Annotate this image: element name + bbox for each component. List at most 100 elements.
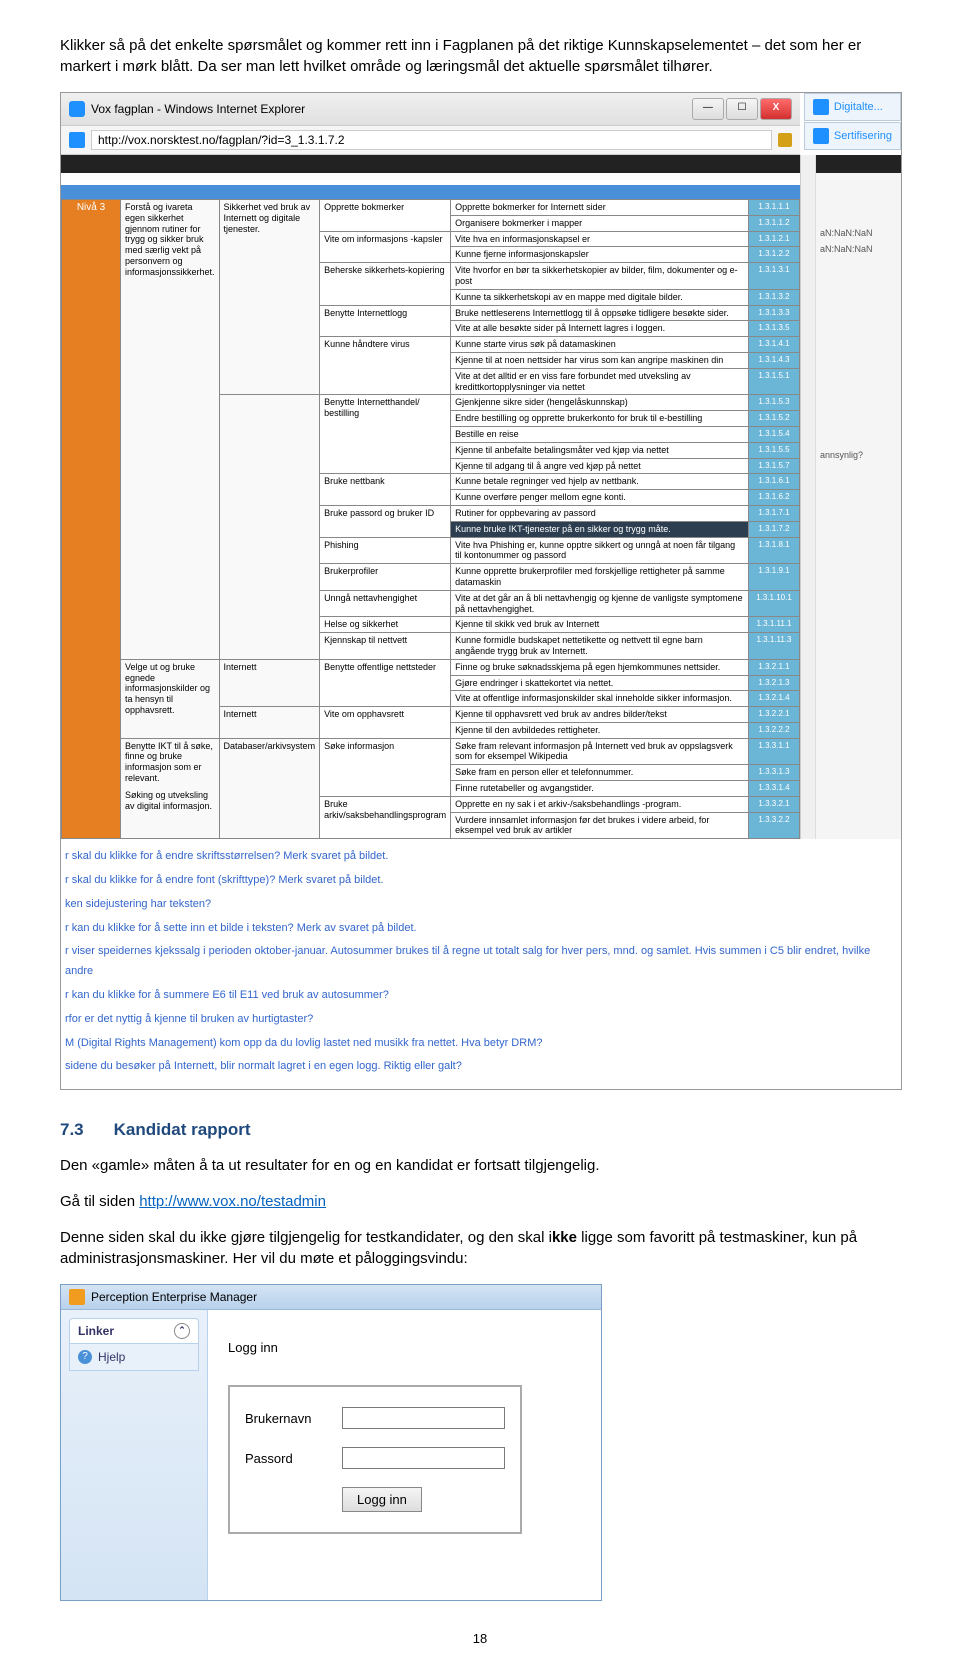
- login-button[interactable]: Logg inn: [342, 1487, 422, 1512]
- code-cell: 1.3.1.2.1: [749, 231, 800, 247]
- detail-cell: Vite hva en informasjonskapsel er: [451, 231, 749, 247]
- detail-cell: Vite hva Phishing er, kunne opptre sikke…: [451, 537, 749, 564]
- code-cell: 1.3.1.5.7: [749, 458, 800, 474]
- question-item[interactable]: r kan du klikke for å summere E6 til E11…: [65, 986, 897, 1006]
- detail-cell: Kunne formidle budskapet nettetikette og…: [451, 633, 749, 660]
- detail-cell: Kjenne til adgang til å angre ved kjøp p…: [451, 458, 749, 474]
- ie-titlebar: Vox fagplan - Windows Internet Explorer …: [61, 93, 800, 126]
- detail-cell: Gjenkjenne sikre sider (hengelåskunnskap…: [451, 395, 749, 411]
- globe-icon: [69, 132, 85, 148]
- detail-cell: Søke fram relevant informasjon på Intern…: [451, 738, 749, 765]
- address-bar: http://vox.norsktest.no/fagplan/?id=3_1.…: [61, 126, 800, 155]
- vertical-scrollbar[interactable]: [800, 155, 815, 839]
- code-cell: 1.3.1.5.2: [749, 411, 800, 427]
- question-item[interactable]: rfor er det nyttig å kjenne til bruken a…: [65, 1010, 897, 1030]
- group-cell: Bruke nettbank: [320, 474, 451, 506]
- username-label: Brukernavn: [245, 1411, 330, 1426]
- intro-paragraph: Klikker så på det enkelte spørsmålet og …: [60, 35, 900, 77]
- question-item[interactable]: sidene du besøker på Internett, blir nor…: [65, 1057, 897, 1077]
- level-cell: Nivå 3: [62, 200, 121, 839]
- detail-cell: Gjøre endringer i skattekortet via nette…: [451, 675, 749, 691]
- detail-cell: Kunne betale regninger ved hjelp av nett…: [451, 474, 749, 490]
- code-cell: 1.3.1.2.2: [749, 247, 800, 263]
- group-cell: Vite om informasjons -kapsler: [320, 231, 451, 263]
- code-cell: 1.3.1.10.1: [749, 590, 800, 617]
- detail-cell: Opprette bokmerker for Internett sider: [451, 200, 749, 216]
- username-input[interactable]: [342, 1407, 505, 1429]
- login-form: Brukernavn Passord Logg inn: [228, 1385, 522, 1534]
- code-cell: 1.3.1.9.1: [749, 564, 800, 591]
- group-cell: Søke informasjon: [320, 738, 451, 796]
- code-cell: 1.3.2.2.1: [749, 707, 800, 723]
- help-icon: ?: [78, 1350, 92, 1364]
- perception-icon: [69, 1289, 85, 1305]
- question-item[interactable]: r skal du klikke for å endre skriftsstør…: [65, 847, 897, 867]
- code-cell: 1.3.1.5.4: [749, 426, 800, 442]
- code-cell: 1.3.3.1.3: [749, 765, 800, 781]
- question-item[interactable]: M (Digital Rights Management) kom opp da…: [65, 1034, 897, 1054]
- area-cell: Velge ut og bruke egnede informasjonskil…: [121, 659, 220, 738]
- login-window-title: Perception Enterprise Manager: [91, 1290, 257, 1304]
- group-cell: Helse og sikkerhet: [320, 617, 451, 633]
- code-cell: 1.3.1.3.2: [749, 289, 800, 305]
- password-label: Passord: [245, 1451, 330, 1466]
- subarea-cell: Internett: [219, 659, 320, 706]
- lock-icon: [778, 133, 792, 147]
- login-sidebar: Linker ⌃ ? Hjelp: [61, 1310, 208, 1600]
- code-cell: 1.3.3.1.4: [749, 781, 800, 797]
- password-input[interactable]: [342, 1447, 505, 1469]
- help-link[interactable]: ? Hjelp: [69, 1344, 199, 1371]
- chevron-up-icon: ⌃: [174, 1323, 190, 1339]
- code-cell: 1.3.1.8.1: [749, 537, 800, 564]
- detail-cell: Kunne overføre penger mellom egne konti.: [451, 490, 749, 506]
- timestamp-text: aN:NaN:NaN: [816, 241, 901, 257]
- group-cell: Beherske sikkerhets-kopiering: [320, 263, 451, 305]
- code-cell: 1.3.3.2.2: [749, 812, 800, 839]
- question-item[interactable]: ken sidejustering har teksten?: [65, 895, 897, 915]
- detail-cell: Organisere bokmerker i mapper: [451, 215, 749, 231]
- subarea-cell: Databaser/arkivsystem: [219, 738, 320, 839]
- ie-icon: [813, 99, 829, 115]
- minimize-button[interactable]: —: [692, 98, 724, 120]
- code-cell: 1.3.1.4.1: [749, 337, 800, 353]
- code-cell: 1.3.3.1.1: [749, 738, 800, 765]
- window-title: Vox fagplan - Windows Internet Explorer: [91, 102, 305, 116]
- group-cell: Kjennskap til nettvett: [320, 633, 451, 660]
- group-cell: Kunne håndtere virus: [320, 337, 451, 395]
- detail-cell: Kunne opprette brukerprofiler med forskj…: [451, 564, 749, 591]
- linker-header[interactable]: Linker ⌃: [69, 1318, 199, 1344]
- group-cell: Opprette bokmerker: [320, 200, 451, 232]
- code-cell: 1.3.1.5.5: [749, 442, 800, 458]
- question-list: r skal du klikke for å endre skriftsstør…: [61, 839, 901, 1089]
- code-cell: 1.3.1.6.1: [749, 474, 800, 490]
- testadmin-link[interactable]: http://www.vox.no/testadmin: [139, 1193, 326, 1210]
- question-item[interactable]: r kan du klikke for å sette inn et bilde…: [65, 919, 897, 939]
- question-item[interactable]: r viser speidernes kjekssalg i perioden …: [65, 942, 897, 982]
- detail-cell: Finne og bruke søknadsskjema på egen hje…: [451, 659, 749, 675]
- right-strip: aN:NaN:NaN aN:NaN:NaN annsynlig?: [815, 155, 901, 839]
- detail-cell: Kjenne til anbefalte betalingsmåter ved …: [451, 442, 749, 458]
- group-cell: Bruke arkiv/saksbehandlingsprogram: [320, 796, 451, 838]
- browser-tab[interactable]: Sertifisering: [804, 122, 901, 150]
- detail-cell: Vite at det går an å bli nettavhengig og…: [451, 590, 749, 617]
- question-item[interactable]: r skal du klikke for å endre font (skrif…: [65, 871, 897, 891]
- dark-header-bar: [61, 155, 800, 173]
- maximize-button[interactable]: ☐: [726, 98, 758, 120]
- url-input[interactable]: http://vox.norsktest.no/fagplan/?id=3_1.…: [91, 130, 772, 150]
- code-cell: 1.3.1.3.3: [749, 305, 800, 321]
- code-cell: 1.3.1.11.3: [749, 633, 800, 660]
- code-cell: 1.3.1.7.1: [749, 505, 800, 521]
- code-cell: 1.3.1.3.5: [749, 321, 800, 337]
- code-cell: 1.3.1.1.1: [749, 200, 800, 216]
- detail-cell: Kunne ta sikkerhetskopi av en mappe med …: [451, 289, 749, 305]
- code-cell: 1.3.1.4.3: [749, 352, 800, 368]
- detail-cell: Kjenne til den avbildedes rettigheter.: [451, 722, 749, 738]
- browser-tab[interactable]: Digitalte...: [804, 93, 901, 121]
- detail-cell: Kunne starte virus søk på datamaskinen: [451, 337, 749, 353]
- close-button[interactable]: X: [760, 98, 792, 120]
- detail-cell: Vite at det alltid er en viss fare forbu…: [451, 368, 749, 395]
- login-titlebar: Perception Enterprise Manager: [61, 1285, 601, 1310]
- detail-cell: Kjenne til skikk ved bruk av Internett: [451, 617, 749, 633]
- detail-cell: Kjenne til opphavsrett ved bruk av andre…: [451, 707, 749, 723]
- detail-cell: Bestille en reise: [451, 426, 749, 442]
